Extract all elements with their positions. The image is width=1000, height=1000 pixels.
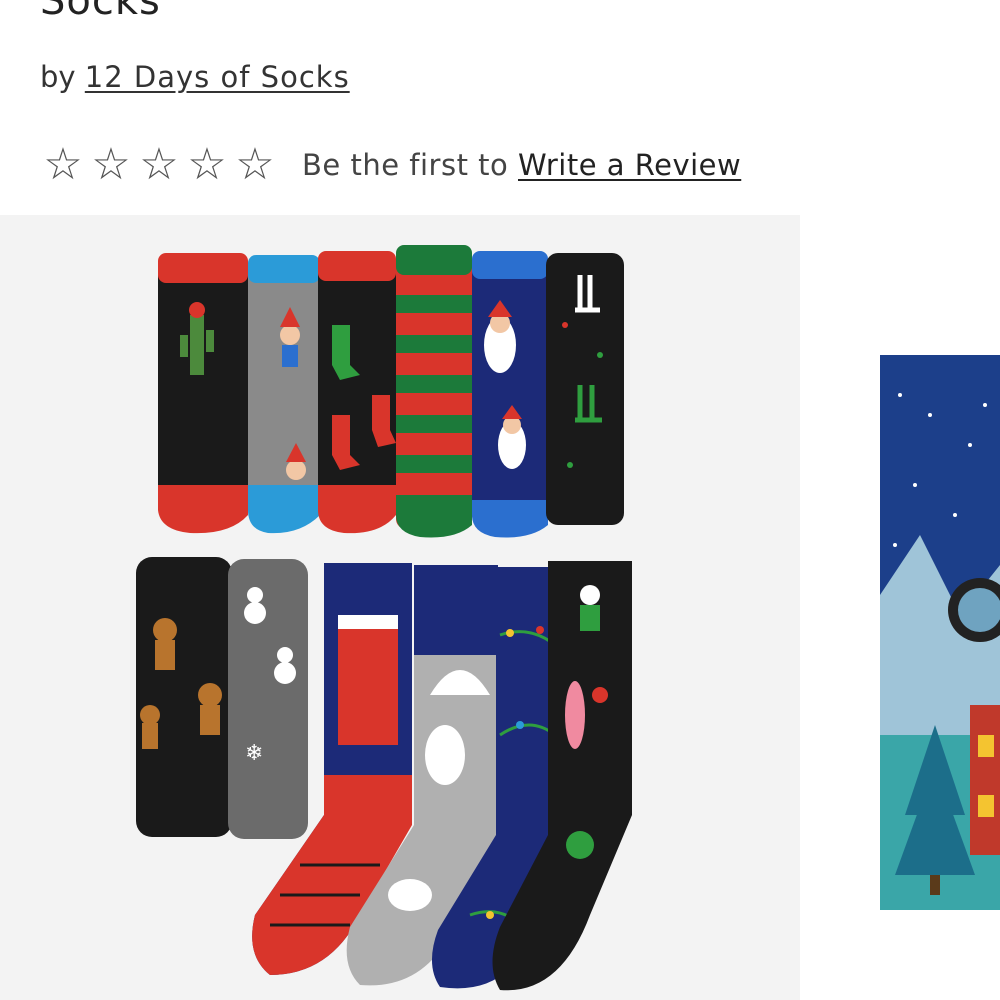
star-icon[interactable]: ☆	[184, 143, 230, 187]
star-icon[interactable]: ☆	[88, 143, 134, 187]
sock-stripes	[396, 245, 472, 538]
sock-stocking	[318, 251, 396, 534]
brand-link[interactable]: 12 Days of Socks	[85, 60, 350, 94]
star-icon[interactable]: ☆	[232, 143, 278, 187]
star-icon[interactable]: ☆	[136, 143, 182, 187]
secondary-product-image[interactable]	[860, 215, 1000, 1000]
gift-box-illustration	[880, 355, 1000, 910]
sock-gnome	[248, 255, 320, 534]
write-review-link[interactable]: Write a Review	[518, 148, 741, 182]
product-title: Socks	[40, 0, 161, 24]
main-product-image[interactable]: ❄	[0, 215, 800, 1000]
sock-reindeer	[546, 253, 624, 525]
sock-gingerbread	[136, 557, 232, 837]
socks-illustration: ❄	[136, 245, 632, 991]
sock-cactus	[158, 253, 248, 534]
svg-text:❄: ❄	[245, 741, 263, 766]
star-rating[interactable]: ☆ ☆ ☆ ☆ ☆	[40, 143, 278, 187]
star-icon[interactable]: ☆	[40, 143, 86, 187]
sock-santa	[472, 251, 548, 538]
by-prefix: by	[40, 60, 76, 94]
review-prompt: Be the first to Write a Review	[302, 148, 741, 182]
review-prompt-text: Be the first to	[302, 148, 509, 182]
sock-snowman: ❄	[228, 559, 308, 839]
brand-byline: by 12 Days of Socks	[40, 60, 350, 94]
rating-row: ☆ ☆ ☆ ☆ ☆ Be the first to Write a Review	[40, 140, 741, 190]
